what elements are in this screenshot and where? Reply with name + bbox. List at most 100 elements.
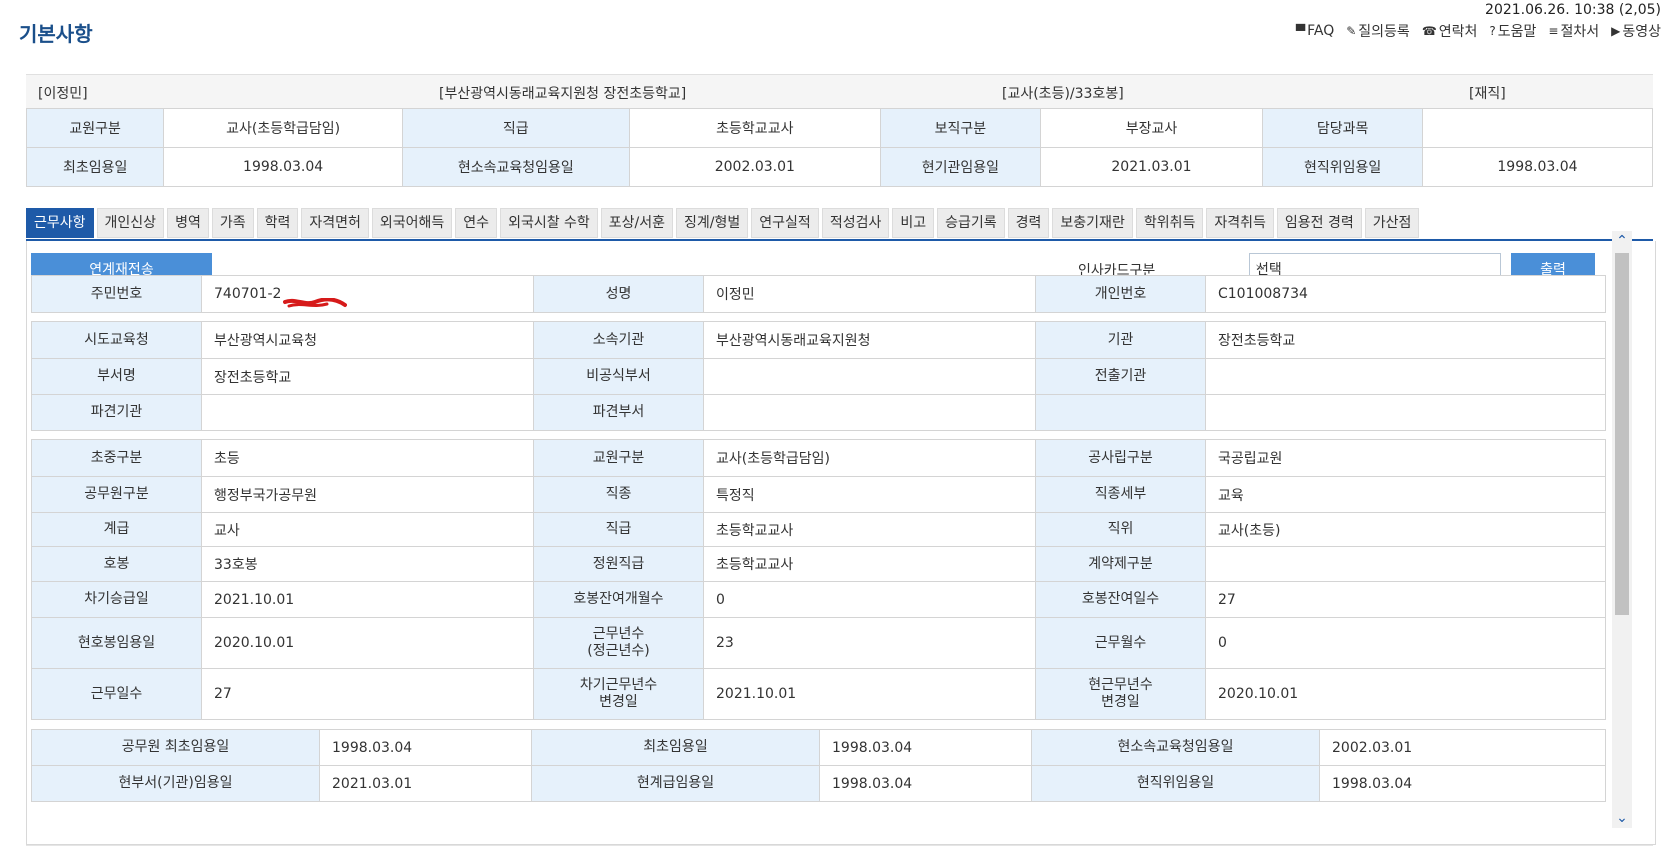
field-label: 공무원 최초임용일 bbox=[31, 729, 320, 766]
section-row: 근무일수 27 차기근무년수 변경일 2021.10.01 현근무년수 변경일 2020.… bbox=[31, 668, 1606, 720]
tab-17[interactable]: 학위취득 bbox=[1135, 208, 1204, 238]
toplink-label: 동영상 bbox=[1622, 24, 1661, 40]
field-value: 1998.03.04 bbox=[819, 765, 1032, 802]
toplink-2[interactable]: ☎ 연락처 bbox=[1422, 21, 1478, 41]
field-label: 현직위임용일 bbox=[1262, 147, 1423, 187]
page-title: 기본사항 bbox=[19, 22, 93, 46]
field-label: 직종 bbox=[533, 476, 704, 513]
field-value: 장전초등학교 bbox=[201, 358, 534, 395]
field-value: 교사 bbox=[201, 512, 534, 547]
field-value: 1998.03.04 bbox=[319, 729, 532, 766]
field-value: 2020.10.01 bbox=[201, 617, 534, 669]
field-value: 27 bbox=[201, 668, 534, 720]
tab-20[interactable]: 가산점 bbox=[1364, 208, 1420, 238]
field-value: 2021.10.01 bbox=[703, 668, 1036, 720]
tab-16[interactable]: 보충기재란 bbox=[1052, 208, 1133, 238]
field-value: 0 bbox=[703, 581, 1036, 618]
field-label: 현소속교육청임용일 bbox=[1031, 729, 1320, 766]
tab-8[interactable]: 외국시찰 수학 bbox=[500, 208, 598, 238]
field-label: 현근무년수 변경일 bbox=[1035, 668, 1206, 720]
tab-0[interactable]: 근무사항 bbox=[26, 208, 94, 238]
field-value: 0 bbox=[1205, 617, 1606, 669]
list-icon: ≡ bbox=[1548, 24, 1559, 38]
field-label: 교원구분 bbox=[25, 108, 165, 148]
tab-12[interactable]: 적성검사 bbox=[821, 208, 890, 238]
tab-14[interactable]: 승급기록 bbox=[937, 208, 1005, 238]
top-links: ▀ FAQ ✎ 질의등록 ☎ 연락처 ? 도움말 ≡ 절차서 ▶ 동영상 bbox=[1296, 21, 1661, 41]
toplink-5[interactable]: ▶ 동영상 bbox=[1611, 21, 1661, 41]
field-label: 근무월수 bbox=[1035, 617, 1206, 669]
tab-3[interactable]: 가족 bbox=[211, 208, 254, 238]
field-value: 특정직 bbox=[703, 476, 1036, 513]
section-0: 주민번호 740701-2 성명 이정민 개인번호 C101008734 bbox=[31, 275, 1606, 313]
section-3: 공무원 최초임용일 1998.03.04 최초임용일 1998.03.04 현소속교육청… bbox=[31, 729, 1606, 802]
field-label: 기관 bbox=[1035, 321, 1206, 359]
field-label: 차기승급일 bbox=[31, 581, 202, 618]
phone-icon: ☎ bbox=[1421, 24, 1437, 38]
field-label bbox=[1035, 394, 1206, 431]
tab-2[interactable]: 병역 bbox=[167, 208, 209, 238]
tab-5[interactable]: 자격면허 bbox=[301, 208, 369, 238]
toplink-label: 도움말 bbox=[1497, 24, 1537, 40]
scroll-thumb[interactable] bbox=[1615, 253, 1629, 615]
datetime-stamp: 2021.06.26. 10:38 (2,05) bbox=[1485, 2, 1661, 18]
redaction-scribble bbox=[283, 298, 347, 308]
field-label: 최초임용일 bbox=[25, 147, 165, 187]
field-label: 호봉 bbox=[31, 546, 202, 582]
toplink-3[interactable]: ? 도움말 bbox=[1489, 21, 1536, 41]
tab-13[interactable]: 비고 bbox=[892, 208, 935, 238]
field-label: 보직구분 bbox=[879, 108, 1041, 148]
field-label: 최초임용일 bbox=[531, 729, 820, 766]
toplink-label: 절차서 bbox=[1560, 24, 1600, 40]
section-1: 시도교육청 부산광역시교육청 소속기관 부산광역시동래교육지원청 기관 장전초등학교 부서명… bbox=[31, 321, 1606, 431]
field-label: 교원구분 bbox=[533, 439, 704, 477]
pencil-icon: ✎ bbox=[1346, 24, 1357, 38]
summary-org: [부산광역시동래교육지원청 장전초등학교] bbox=[439, 86, 687, 102]
field-label: 소속기관 bbox=[533, 321, 704, 359]
field-value: 교사(초등학급담임) bbox=[703, 439, 1036, 477]
tab-4[interactable]: 학력 bbox=[256, 208, 299, 238]
field-value: 교사(초등학급담임) bbox=[163, 108, 403, 148]
tab-15[interactable]: 경력 bbox=[1007, 208, 1050, 238]
scroll-up-icon[interactable]: ⌃ bbox=[1612, 231, 1632, 251]
scrollbar[interactable]: ⌃ ⌄ bbox=[1612, 231, 1632, 828]
toplink-1[interactable]: ✎ 질의등록 bbox=[1346, 21, 1410, 41]
field-value: 초등학교교사 bbox=[703, 546, 1036, 582]
scroll-down-icon[interactable]: ⌄ bbox=[1612, 808, 1632, 828]
field-value bbox=[1205, 358, 1606, 395]
toplink-label: 질의등록 bbox=[1358, 24, 1410, 40]
tab-9[interactable]: 포상/서훈 bbox=[600, 208, 674, 238]
section-row: 공무원구분 행정부국가공무원 직종 특정직 직종세부 교육 bbox=[31, 476, 1606, 513]
tab-11[interactable]: 연구실적 bbox=[751, 208, 819, 238]
tab-10[interactable]: 징계/형벌 bbox=[676, 208, 749, 238]
field-value: 740701-2 bbox=[201, 275, 534, 313]
summary-name: [이정민] bbox=[38, 86, 88, 102]
field-value: 교사(초등) bbox=[1205, 512, 1606, 547]
section-row: 차기승급일 2021.10.01 호봉잔여개월수 0 호봉잔여일수 27 bbox=[31, 581, 1606, 618]
field-value: 1998.03.04 bbox=[1421, 147, 1654, 187]
tab-19[interactable]: 임용전 경력 bbox=[1276, 208, 1362, 238]
tab-18[interactable]: 자격취득 bbox=[1206, 208, 1274, 238]
bottom-divider bbox=[26, 845, 1653, 846]
toplink-4[interactable]: ≡ 절차서 bbox=[1548, 21, 1599, 41]
section-row: 시도교육청 부산광역시교육청 소속기관 부산광역시동래교육지원청 기관 장전초등학교 bbox=[31, 321, 1606, 359]
summary-bar: [이정민] [부산광역시동래교육지원청 장전초등학교] [교사(초등)/33호봉… bbox=[26, 74, 1653, 109]
field-value bbox=[703, 358, 1036, 395]
field-value bbox=[201, 394, 534, 431]
field-value bbox=[1205, 394, 1606, 431]
info-row: 교원구분 교사(초등학급담임) 직급 초등학교교사 보직구분 부장교사 담당과목 bbox=[25, 108, 1654, 148]
field-value: 27 bbox=[1205, 581, 1606, 618]
tab-7[interactable]: 연수 bbox=[455, 208, 498, 238]
field-label: 계급 bbox=[31, 512, 202, 547]
toplink-0[interactable]: ▀ FAQ bbox=[1296, 21, 1334, 41]
field-value: 초등학교교사 bbox=[703, 512, 1036, 547]
field-label: 전출기관 bbox=[1035, 358, 1206, 395]
field-label: 호봉잔여개월수 bbox=[533, 581, 704, 618]
summary-rank: [교사(초등)/33호봉] bbox=[1002, 86, 1124, 102]
field-label: 현직위임용일 bbox=[1031, 765, 1320, 802]
tab-1[interactable]: 개인신상 bbox=[96, 208, 165, 238]
field-value: 1998.03.04 bbox=[819, 729, 1032, 766]
tab-6[interactable]: 외국어해득 bbox=[371, 208, 453, 238]
field-value: 행정부국가공무원 bbox=[201, 476, 534, 513]
toplink-label: 연락처 bbox=[1438, 24, 1478, 40]
